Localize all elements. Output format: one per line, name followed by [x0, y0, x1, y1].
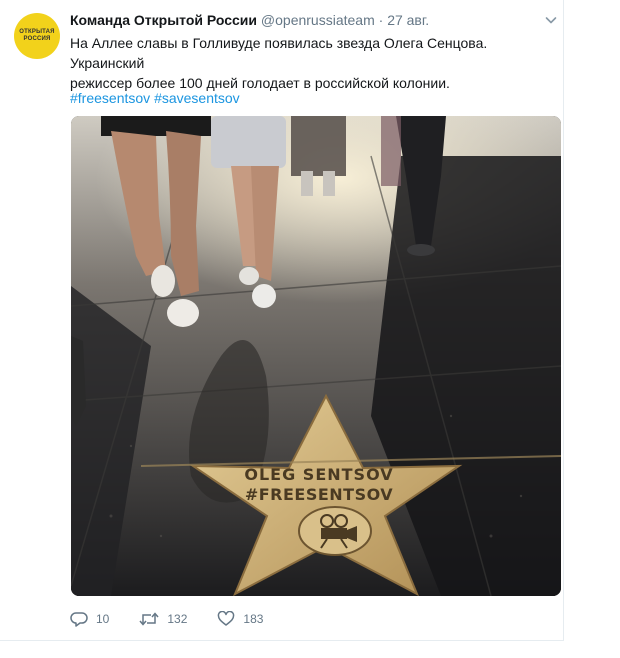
- divider: [563, 0, 564, 641]
- retweet-icon: [139, 612, 159, 626]
- heart-icon: [218, 611, 235, 626]
- divider: [0, 640, 564, 641]
- star-name-line: OLEG SENTSOV: [244, 465, 393, 484]
- user-handle[interactable]: @openrussiateam: [261, 12, 375, 28]
- like-button[interactable]: 183: [217, 611, 263, 627]
- display-name[interactable]: Команда Открытой России: [70, 12, 257, 28]
- retweet-count: 132: [167, 612, 188, 626]
- reply-count: 10: [96, 612, 110, 626]
- reply-button[interactable]: 10: [70, 611, 109, 627]
- movie-camera-icon: [298, 506, 372, 556]
- tweet-card[interactable]: ОТКРЫТАЯ РОССИЯ Команда Открытой России …: [0, 0, 620, 658]
- chevron-down-icon[interactable]: [544, 13, 558, 27]
- avatar[interactable]: ОТКРЫТАЯ РОССИЯ: [14, 13, 60, 59]
- tweet-actions: 10 132 183: [70, 608, 560, 630]
- hashtag-link[interactable]: #freesentsov: [70, 90, 150, 106]
- avatar-line-2: РОССИЯ: [23, 36, 51, 42]
- retweet-button[interactable]: 132: [139, 611, 187, 627]
- avatar-line-1: ОТКРЫТАЯ: [19, 29, 55, 35]
- tweet-header: Команда Открытой России @openrussiateam …: [70, 12, 560, 32]
- star-hashtag-line: #FREESENTSOV: [245, 485, 393, 504]
- tweet-photo[interactable]: OLEG SENTSOV #FREESENTSOV: [71, 116, 561, 596]
- tweet-text: На Аллее славы в Голливуде появилась зве…: [70, 33, 560, 93]
- like-count: 183: [243, 612, 264, 626]
- tweet-text-line-1: На Аллее славы в Голливуде появилась зве…: [70, 35, 488, 71]
- hashtag-link[interactable]: #savesentsov: [154, 90, 240, 106]
- reply-icon: [70, 612, 88, 627]
- separator-dot: ·: [378, 12, 384, 28]
- hashtags: #freesentsov #savesentsov: [70, 88, 560, 108]
- tweet-date[interactable]: 27 авг.: [387, 12, 429, 28]
- photo-scene: OLEG SENTSOV #FREESENTSOV: [71, 116, 561, 596]
